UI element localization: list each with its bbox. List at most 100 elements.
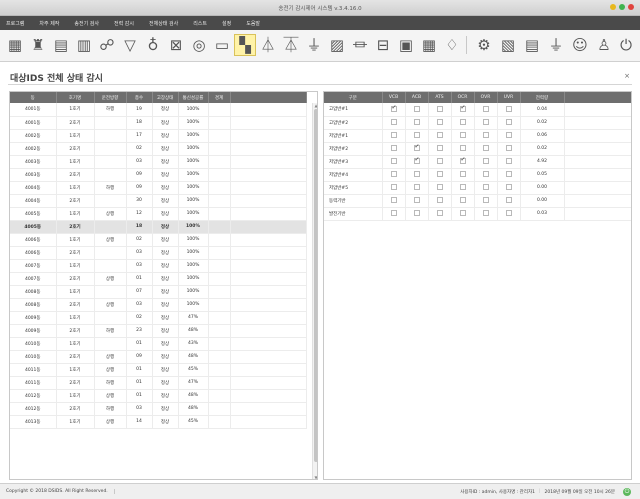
- table-row[interactable]: 저압반#2 0.02: [324, 142, 631, 156]
- table-row[interactable]: 4004동 1호기 하행 09 정상 100%: [10, 181, 307, 195]
- scrollbar-thumb[interactable]: [314, 109, 317, 462]
- table-row[interactable]: 저압반#5 0.00: [324, 181, 631, 195]
- checkbox[interactable]: [482, 106, 489, 112]
- checkbox[interactable]: [459, 119, 466, 126]
- column-header[interactable]: 구분: [324, 92, 383, 103]
- checkbox[interactable]: [459, 132, 466, 139]
- checkbox[interactable]: [413, 197, 420, 204]
- checkbox[interactable]: [436, 106, 443, 112]
- close-icon[interactable]: ×: [624, 72, 630, 80]
- table-row[interactable]: 4003동 1호기 03 정상 100%: [10, 155, 307, 169]
- table-row[interactable]: 4007동 1호기 03 정상 100%: [10, 259, 307, 273]
- transformer-icon[interactable]: ⏃: [257, 34, 279, 56]
- column-header[interactable]: 고장상태: [152, 92, 179, 103]
- column-header[interactable]: ATS: [428, 92, 452, 103]
- checkbox[interactable]: [390, 197, 397, 204]
- column-header[interactable]: 층수: [126, 92, 153, 103]
- checkbox[interactable]: [459, 210, 466, 217]
- status-monitor-icon[interactable]: ▚: [234, 34, 256, 56]
- alert-icon[interactable]: ♢: [441, 34, 463, 56]
- checkbox[interactable]: [390, 210, 397, 217]
- power-status-icon[interactable]: ⏻: [623, 488, 631, 496]
- table-row[interactable]: 저압반#3 4.92: [324, 155, 631, 169]
- menu-item-list[interactable]: 리스트: [193, 20, 207, 27]
- column-header[interactable]: 운전방향: [94, 92, 127, 103]
- table-row[interactable]: 고압반#1 0.04: [324, 103, 631, 117]
- checkbox[interactable]: [482, 197, 489, 204]
- checkbox[interactable]: [459, 184, 466, 191]
- menu-item-inspection[interactable]: 송전기 검사: [74, 20, 99, 27]
- menu-item-settings[interactable]: 설정: [222, 20, 231, 27]
- image-icon[interactable]: ⊠: [165, 34, 187, 56]
- checkbox[interactable]: [413, 132, 420, 139]
- checkbox[interactable]: [505, 145, 512, 152]
- menu-item-help[interactable]: 도움말: [246, 20, 260, 27]
- users-icon[interactable]: ☺: [569, 34, 591, 56]
- checkbox-checked[interactable]: [459, 105, 466, 112]
- checkbox[interactable]: [459, 197, 466, 204]
- column-header[interactable]: 전력량: [520, 92, 565, 103]
- vertical-scrollbar[interactable]: ▲ ▼: [312, 103, 317, 479]
- checkbox[interactable]: [505, 210, 512, 217]
- checkbox[interactable]: [413, 184, 420, 191]
- checkbox[interactable]: [482, 119, 489, 126]
- plug-icon[interactable]: ⏛: [349, 34, 371, 56]
- checkbox[interactable]: [413, 119, 420, 126]
- grid-icon[interactable]: ▦: [4, 34, 26, 56]
- checkbox[interactable]: [459, 171, 466, 178]
- table-row[interactable]: 4001동 2호기 18 정상 100%: [10, 116, 307, 130]
- menu-item-status-check[interactable]: 전체상태 검사: [149, 20, 178, 27]
- filter-icon[interactable]: ▽: [119, 34, 141, 56]
- gear-icon[interactable]: ⚙: [473, 34, 495, 56]
- column-header[interactable]: 통신성공률: [178, 92, 209, 103]
- thermometer-icon[interactable]: ♁: [142, 34, 164, 56]
- checkbox-checked[interactable]: [390, 105, 397, 112]
- checkbox[interactable]: [390, 132, 397, 139]
- checkbox[interactable]: [390, 184, 397, 191]
- table-row[interactable]: 4005동 2호기 18 정상 100%: [10, 220, 307, 234]
- checkbox[interactable]: [436, 158, 443, 165]
- factory-icon[interactable]: ▤: [50, 34, 72, 56]
- checkbox[interactable]: [413, 210, 420, 217]
- checkbox-checked[interactable]: [413, 144, 420, 152]
- transformer-alt-icon[interactable]: ⏄: [280, 34, 302, 56]
- column-header[interactable]: 호기명: [56, 92, 95, 103]
- table-row[interactable]: 4012동 1호기 상행 01 정상 48%: [10, 389, 307, 403]
- table-row[interactable]: 4001동 1호기 하행 19 정상 100%: [10, 103, 307, 117]
- checkbox[interactable]: [436, 210, 443, 217]
- checkbox[interactable]: [505, 197, 512, 204]
- checkbox[interactable]: [505, 171, 512, 178]
- table-row[interactable]: 4009동 2호기 하행 23 정상 48%: [10, 324, 307, 338]
- user-icon[interactable]: ♙: [593, 34, 615, 56]
- checkbox[interactable]: [505, 184, 512, 191]
- close-button[interactable]: [628, 4, 634, 10]
- scroll-up-icon[interactable]: ▲: [313, 103, 317, 108]
- column-header[interactable]: UVR: [497, 92, 521, 103]
- table-row[interactable]: 4002동 2호기 02 정상 100%: [10, 142, 307, 156]
- checkbox[interactable]: [436, 132, 443, 139]
- export-icon[interactable]: ▧: [497, 34, 519, 56]
- checkbox-checked[interactable]: [413, 157, 420, 165]
- checkbox[interactable]: [482, 132, 489, 139]
- checkbox[interactable]: [459, 145, 466, 152]
- column-header[interactable]: 경계: [208, 92, 231, 103]
- table-row[interactable]: 4013동 1호기 상행 14 정상 45%: [10, 415, 307, 429]
- tools-icon[interactable]: ⏚: [545, 34, 567, 56]
- checkbox[interactable]: [482, 145, 489, 152]
- table-row[interactable]: 4008동 2호기 상행 03 정상 100%: [10, 298, 307, 312]
- checkbox[interactable]: [436, 145, 443, 152]
- menu-item-program[interactable]: 프로그램: [6, 20, 24, 27]
- checkbox[interactable]: [436, 171, 443, 178]
- checkbox[interactable]: [436, 184, 443, 191]
- checkbox-checked[interactable]: [459, 157, 466, 165]
- table-row[interactable]: 4010동 2호기 상행 09 정상 48%: [10, 350, 307, 364]
- feeder-icon[interactable]: ⏚: [303, 34, 325, 56]
- checkbox[interactable]: [482, 171, 489, 178]
- table-row[interactable]: 4009동 1호기 02 정상 47%: [10, 311, 307, 325]
- table-row[interactable]: 4006동 2호기 03 정상 100%: [10, 246, 307, 260]
- checkbox[interactable]: [390, 145, 397, 152]
- checkbox[interactable]: [390, 171, 397, 178]
- checkbox[interactable]: [413, 171, 420, 178]
- table-row[interactable]: 4011동 1호기 상행 01 정상 45%: [10, 363, 307, 377]
- maximize-button[interactable]: [619, 4, 625, 10]
